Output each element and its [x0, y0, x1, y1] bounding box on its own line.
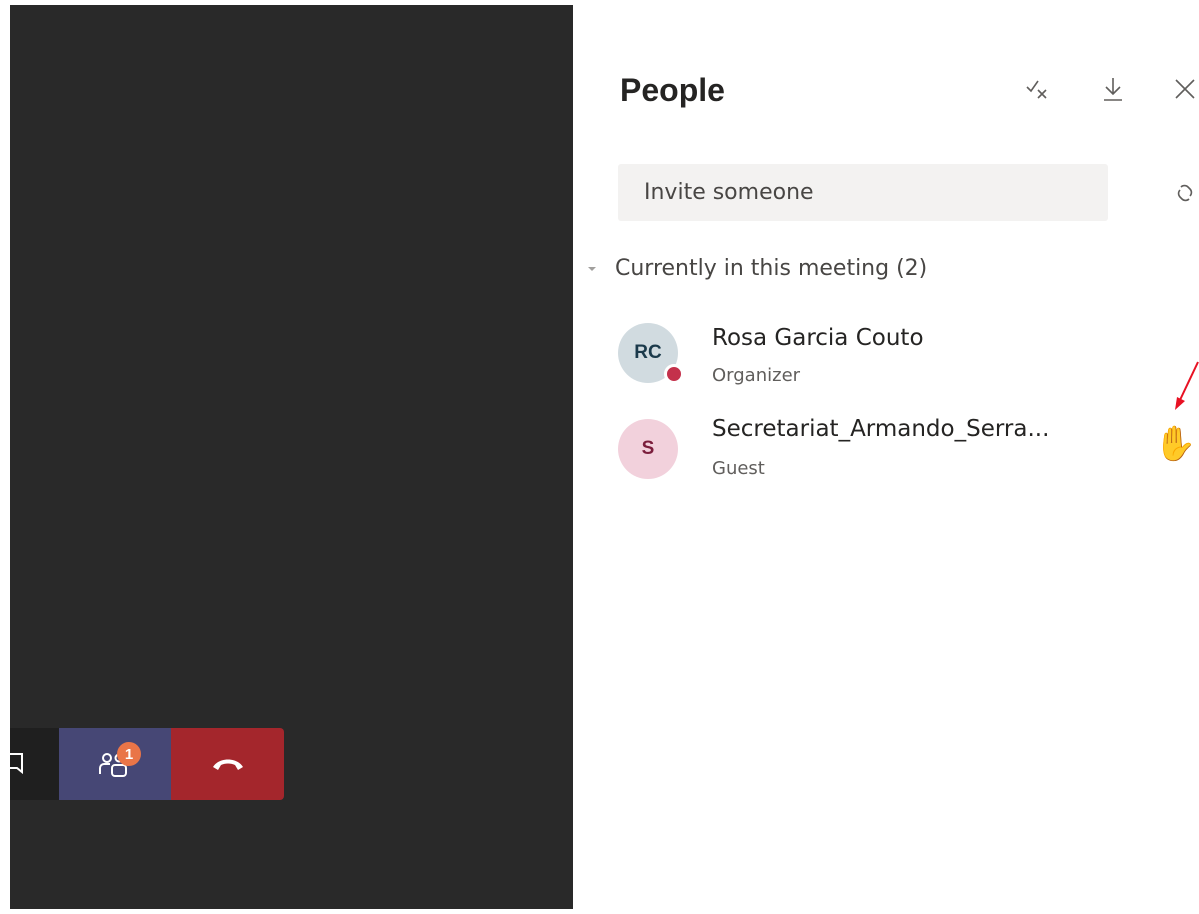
download-icon [1104, 78, 1122, 101]
annotation-arrow-icon [1175, 361, 1199, 410]
participant-role: Organizer [712, 365, 801, 386]
invite-input[interactable] [618, 164, 1108, 221]
panel-title: People [620, 72, 725, 108]
raised-hand-icon: ✋ [1154, 424, 1197, 464]
people-count-badge: 1 [117, 742, 141, 766]
participant-row[interactable]: S Secretariat_Armando_Serra... Guest ✋ [618, 416, 1198, 483]
mute-all-icon [1026, 80, 1047, 99]
participant-row[interactable]: RC Rosa Garcia Couto Organizer [618, 323, 1198, 387]
participant-name: Rosa Garcia Couto [712, 325, 924, 351]
download-attendance-button[interactable] [1097, 73, 1129, 105]
chevron-down-icon [588, 266, 596, 271]
currently-in-meeting-section-toggle[interactable]: Currently in this meeting (2) [585, 256, 927, 281]
close-panel-button[interactable] [1169, 73, 1199, 105]
chat-icon [10, 753, 23, 775]
hang-up-button[interactable] [171, 728, 284, 800]
left-margin [0, 0, 10, 914]
participant-role: Guest [712, 458, 765, 479]
participant-name: Secretariat_Armando_Serra... [712, 416, 1050, 442]
people-panel: People Currently in this meeting (2) RC [573, 0, 1199, 909]
avatar-initials: S [641, 438, 655, 459]
bottom-margin [0, 909, 1199, 914]
avatar-initials: RC [634, 342, 662, 363]
share-invite-button[interactable] [1170, 178, 1199, 208]
chat-button[interactable] [10, 728, 59, 800]
hang-up-icon [212, 759, 243, 770]
presence-busy-icon [664, 364, 684, 384]
call-controls-bar: 1 [10, 728, 284, 800]
section-label: Currently in this meeting (2) [615, 256, 928, 281]
close-icon [1175, 79, 1195, 99]
people-button[interactable]: 1 [59, 728, 171, 800]
share-link-icon [1177, 184, 1193, 202]
mute-all-button[interactable] [1023, 73, 1055, 105]
avatar: S [618, 419, 678, 479]
